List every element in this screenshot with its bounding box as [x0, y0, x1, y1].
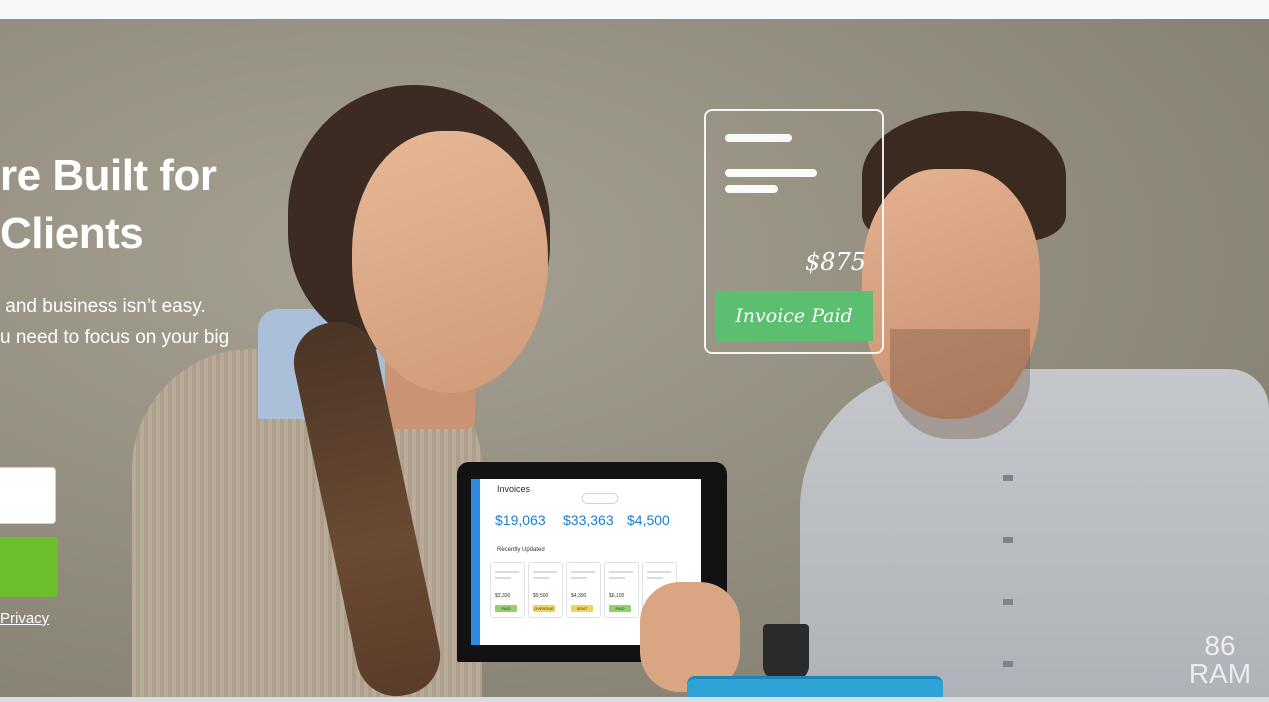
invoice-card: $875 Invoice Paid — [704, 109, 884, 354]
screen-card-value: $3,330 — [495, 593, 511, 599]
tablet — [687, 676, 943, 697]
screen-card-tag: SENT — [571, 605, 593, 612]
screen-card-tag: OVERDUE — [533, 605, 555, 612]
screen-amount-1: $19,063 — [495, 512, 546, 528]
screen-tabs — [582, 493, 618, 504]
screen-card-value: $4,300 — [571, 593, 587, 599]
screen-invoice-card: $4,300 SENT — [566, 562, 601, 618]
watermark: 86 RAM — [1188, 632, 1252, 688]
invoice-text-line — [725, 169, 817, 177]
coffee-mug — [763, 624, 809, 680]
man-beard — [890, 329, 1030, 439]
screen-section-title: Recently Updated — [497, 547, 545, 553]
screen-card-tag: PAID — [609, 605, 631, 612]
screen-card-tag: PAID — [495, 605, 517, 612]
screen-card-value: $6,100 — [609, 593, 625, 599]
hero-headline: re Built for Clients — [0, 147, 217, 263]
hero-subtext-line-1: and business isn’t easy. — [0, 296, 206, 317]
screen-amount-3: $4,500 — [627, 512, 670, 528]
email-input[interactable] — [0, 467, 56, 524]
man-shirt-buttons — [1003, 419, 1013, 689]
screen-title: Invoices — [497, 484, 531, 494]
hero-subtext: and business isn’t easy. u need to focus… — [0, 291, 229, 353]
hero-subtext-line-2: u need to focus on your big — [0, 327, 230, 348]
watermark-line-1: 86 — [1204, 630, 1236, 661]
browser-top-bar — [0, 0, 1269, 20]
invoice-text-line — [725, 134, 792, 142]
screen-invoice-card: $3,330 PAID — [490, 562, 525, 618]
screen-invoice-card: $6,100 PAID — [604, 562, 639, 618]
hero-section: Invoices $19,063 $33,363 $4,500 Recently… — [0, 19, 1269, 697]
woman-face — [352, 131, 548, 393]
screen-amount-2: $33,363 — [563, 512, 614, 528]
invoice-amount: $875 — [805, 248, 867, 276]
privacy-link[interactable]: Privacy — [0, 610, 49, 627]
watermark-line-2: RAM — [1188, 658, 1252, 689]
screen-card-value: $9,500 — [533, 593, 549, 599]
hero-headline-line-1: re Built for — [0, 151, 217, 200]
signup-button[interactable] — [0, 537, 58, 597]
hero-headline-line-2: Clients — [0, 209, 144, 258]
invoice-paid-badge: Invoice Paid — [715, 291, 873, 341]
screen-invoice-card: $9,500 OVERDUE — [528, 562, 563, 618]
bottom-bar — [0, 697, 1269, 702]
invoice-text-line — [725, 185, 778, 193]
